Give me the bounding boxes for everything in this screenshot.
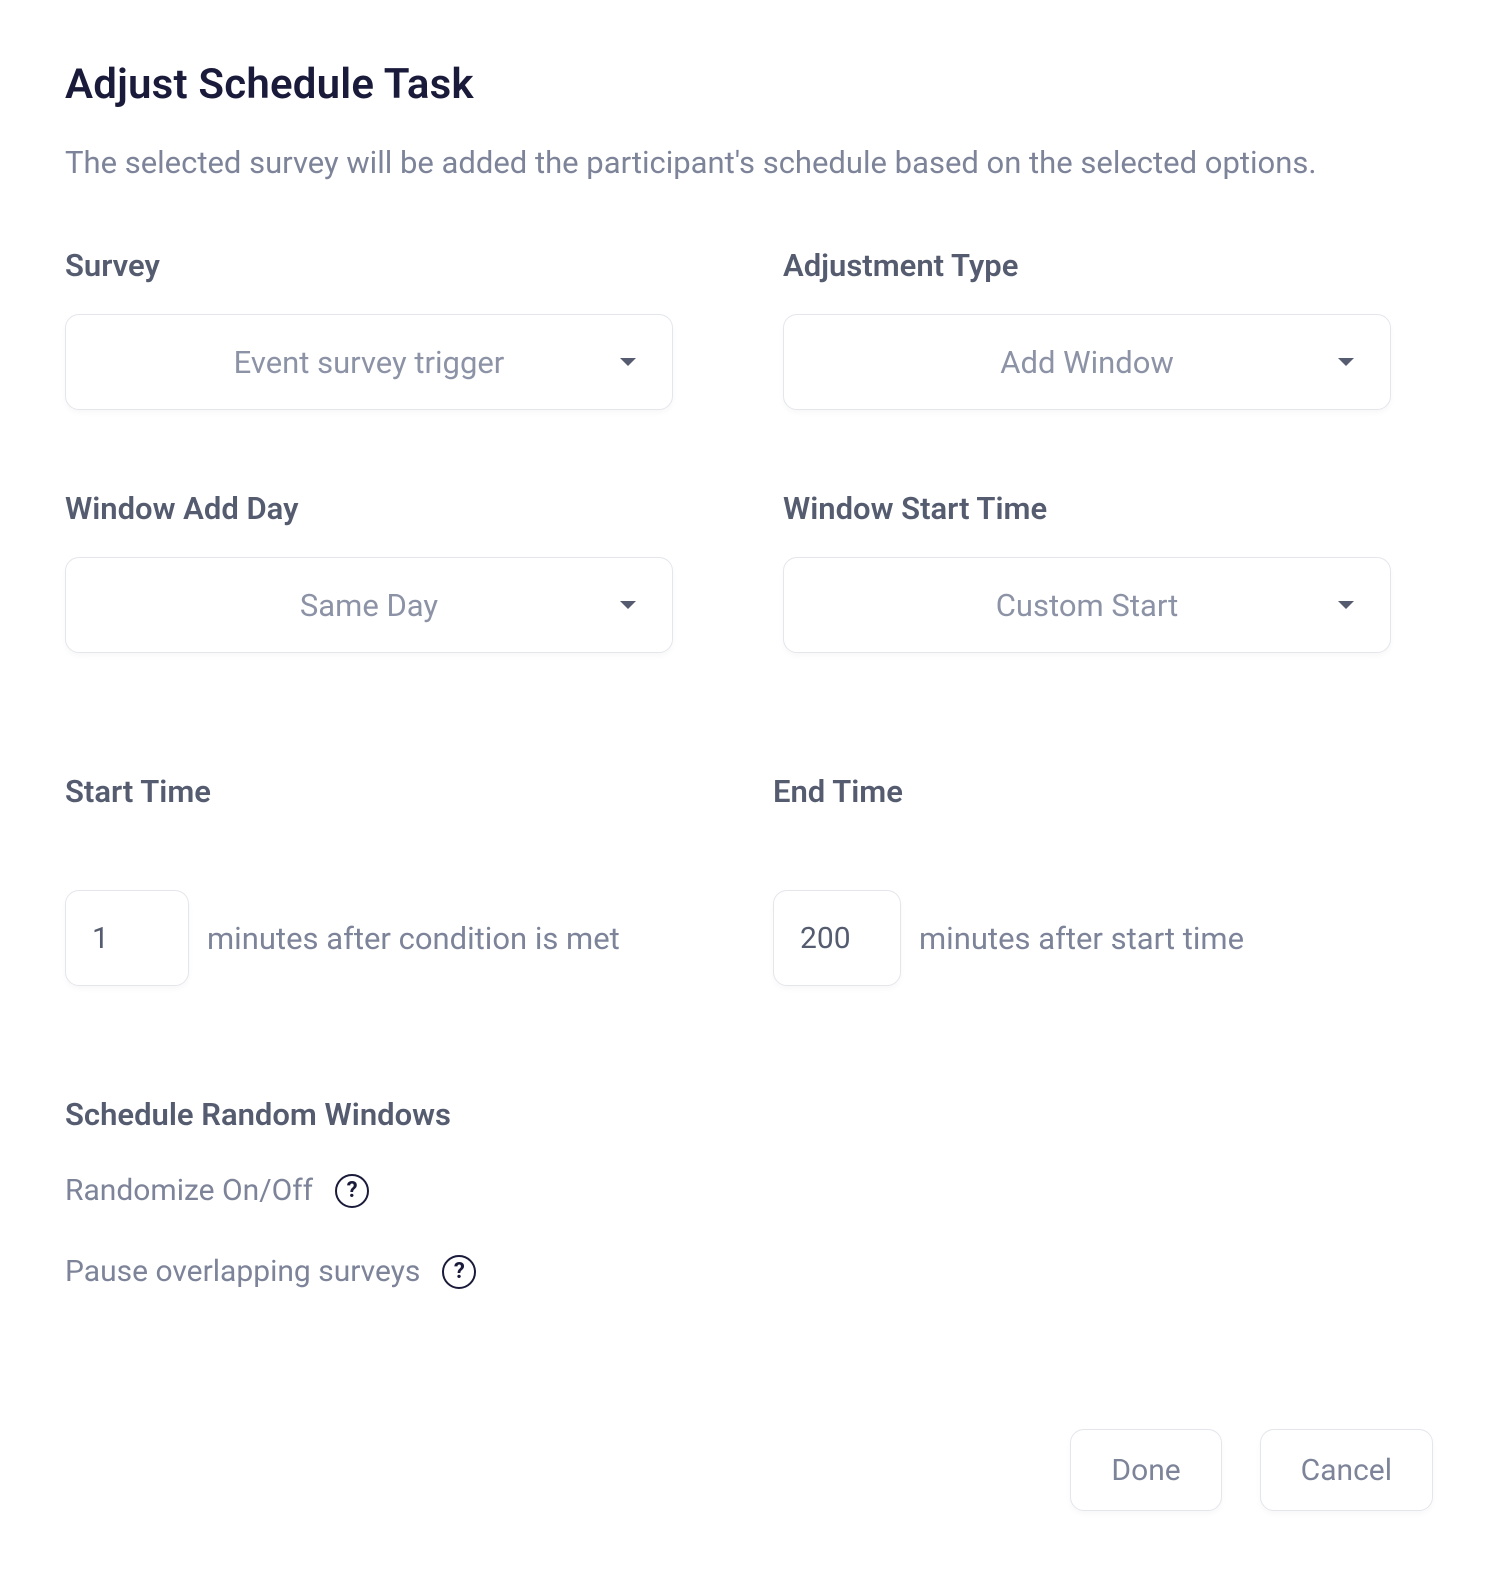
toggle-region: Randomize On/Off ? Pause overlapping sur… — [65, 1173, 655, 1289]
start-time-suffix: minutes after condition is met — [207, 920, 620, 957]
end-time-suffix: minutes after start time — [919, 920, 1244, 957]
label-window-add-day: Window Add Day — [65, 490, 673, 527]
label-randomize: Randomize On/Off — [65, 1173, 313, 1208]
label-adjustment-type: Adjustment Type — [783, 247, 1391, 284]
input-start-time-minutes[interactable] — [65, 890, 189, 986]
group-end-time: End Time minutes after start time — [773, 773, 1441, 986]
start-time-input-row: minutes after condition is met — [65, 890, 733, 986]
select-survey[interactable]: Event survey trigger — [65, 314, 673, 410]
end-time-input-row: minutes after start time — [773, 890, 1441, 986]
select-window-start-time-value: Custom Start — [996, 587, 1178, 624]
label-pause-overlapping: Pause overlapping surveys — [65, 1254, 420, 1289]
label-survey: Survey — [65, 247, 673, 284]
row-survey-adjustment: Survey Event survey trigger Adjustment T… — [65, 247, 1433, 410]
row-randomize: Randomize On/Off ? — [65, 1173, 655, 1208]
field-adjustment-type: Adjustment Type Add Window — [783, 247, 1391, 410]
label-window-start-time: Window Start Time — [783, 490, 1391, 527]
dialog-subtitle: The selected survey will be added the pa… — [65, 139, 1433, 187]
select-adjustment-type-value: Add Window — [1000, 344, 1174, 381]
select-adjustment-type[interactable]: Add Window — [783, 314, 1391, 410]
label-start-time: Start Time — [65, 773, 733, 810]
heading-schedule-random-windows: Schedule Random Windows — [65, 1096, 1433, 1133]
label-end-time: End Time — [773, 773, 1441, 810]
done-button[interactable]: Done — [1070, 1429, 1221, 1511]
cancel-button[interactable]: Cancel — [1260, 1429, 1433, 1511]
input-end-time-minutes[interactable] — [773, 890, 901, 986]
row-window-day-start: Window Add Day Same Day Window Start Tim… — [65, 490, 1433, 653]
row-start-end-time: Start Time minutes after condition is me… — [65, 773, 1433, 986]
adjust-schedule-task-dialog: Adjust Schedule Task The selected survey… — [0, 0, 1498, 1571]
group-start-time: Start Time minutes after condition is me… — [65, 773, 733, 986]
select-window-start-time[interactable]: Custom Start — [783, 557, 1391, 653]
field-window-start-time: Window Start Time Custom Start — [783, 490, 1391, 653]
caret-down-icon — [620, 358, 636, 366]
dialog-footer: Done Cancel — [65, 1429, 1433, 1511]
row-pause-overlapping: Pause overlapping surveys ? — [65, 1254, 655, 1289]
field-survey: Survey Event survey trigger — [65, 247, 673, 410]
caret-down-icon — [1338, 358, 1354, 366]
help-icon[interactable]: ? — [442, 1255, 476, 1289]
select-window-add-day[interactable]: Same Day — [65, 557, 673, 653]
select-survey-value: Event survey trigger — [234, 344, 505, 381]
caret-down-icon — [620, 601, 636, 609]
field-window-add-day: Window Add Day Same Day — [65, 490, 673, 653]
caret-down-icon — [1338, 601, 1354, 609]
select-window-add-day-value: Same Day — [300, 587, 438, 624]
dialog-title: Adjust Schedule Task — [65, 60, 1433, 109]
help-icon[interactable]: ? — [335, 1174, 369, 1208]
